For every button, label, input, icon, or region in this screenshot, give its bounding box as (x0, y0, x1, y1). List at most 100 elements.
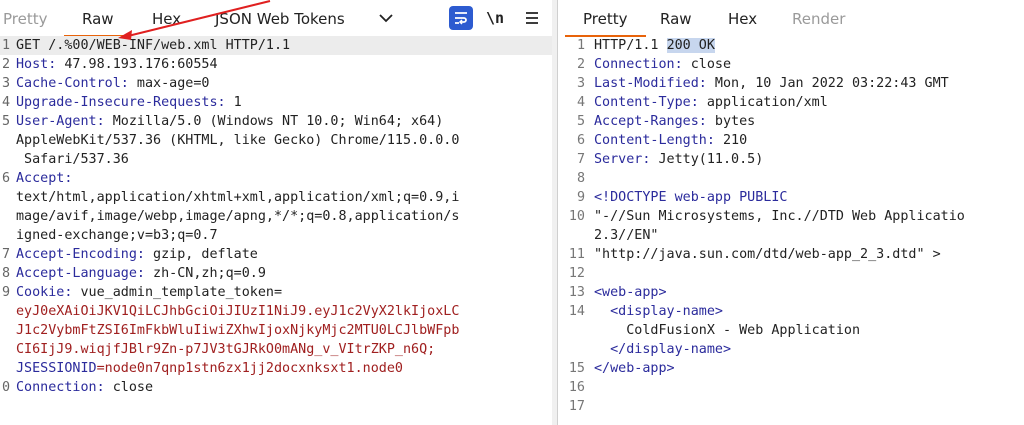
line-text: Cache-Control: max-age=0 (16, 74, 210, 93)
line-text: Cookie: vue_admin_template_token= (16, 283, 282, 302)
newline-toggle-button[interactable]: \n (483, 6, 507, 30)
response-line: 12 (558, 264, 1024, 283)
header-value: 1 (225, 95, 242, 110)
line-text: mage/avif,image/webp,image/apng,*/*;q=0.… (16, 207, 459, 226)
response-line: 14 <display-name> (558, 302, 1024, 321)
line-number: 13 (568, 285, 585, 300)
line-text: Last-Modified: Mon, 10 Jan 2022 03:22:43… (594, 74, 949, 93)
request-line: J1c2VybmFtZSI6ImFkbWluIiwiZXhwIjoxNjkyMj… (0, 321, 552, 340)
header-value: application/xml (698, 95, 828, 110)
response-line: 16 (558, 378, 1024, 397)
response-line: 4 Content-Type: application/xml (558, 93, 1024, 112)
response-line: 9 <!DOCTYPE web-app PUBLIC (558, 188, 1024, 207)
line-number: 7 (1, 247, 10, 262)
wrap-lines-icon[interactable] (449, 6, 473, 30)
header-name: Accept-Ranges: (594, 114, 707, 129)
request-line: JSESSIONID=node0n7qnp1stn6zx1jj2docxnksx… (0, 359, 552, 378)
request-line: 6 Accept: (0, 169, 552, 188)
line-text: Host: 47.98.193.176:60554 (16, 55, 218, 74)
request-line: Safari/537.36 (0, 150, 552, 169)
line-text: Accept-Encoding: gzip, deflate (16, 245, 258, 264)
line-text: Upgrade-Insecure-Requests: 1 (16, 93, 242, 112)
tab-pretty[interactable]: Pretty (3, 10, 48, 28)
response-editor[interactable]: 1 HTTP/1.1 200 OK 2 Connection: close 3 Last-… (558, 36, 1024, 425)
line-text: </web-app> (594, 359, 675, 378)
header-name: Content-Type: (594, 95, 699, 110)
line-number: 14 (568, 304, 585, 319)
chevron-down-icon[interactable] (374, 6, 398, 30)
request-line: 0 Connection: close (0, 378, 552, 397)
line-number: 5 (576, 114, 585, 129)
xml-tag: <display-name> (594, 304, 723, 319)
selected-status-text: 200 OK (666, 38, 715, 53)
header-name: Accept-Language: (16, 266, 145, 281)
line-text: text/html,application/xhtml+xml,applicat… (16, 188, 459, 207)
header-value: max-age=0 (128, 76, 210, 91)
header-value: AppleWebKit/537.36 (KHTML, like Gecko) C… (16, 133, 460, 148)
tab-hex[interactable]: Hex (152, 10, 181, 28)
header-name: Accept-Encoding: (16, 247, 145, 262)
line-text: HTTP/1.1 200 OK (594, 36, 715, 55)
response-line: 8 (558, 169, 1024, 188)
tab-json-web-tokens[interactable]: JSON Web Tokens (215, 10, 345, 28)
request-line: CI6IjJ9.wiqjfJBlr9Zn-p7JV3tGJRkO0mANg_v_… (0, 340, 552, 359)
response-line: 15 </web-app> (558, 359, 1024, 378)
line-number: 4 (576, 95, 585, 110)
line-number: 3 (1, 76, 10, 91)
line-number: 4 (1, 95, 10, 110)
header-value: text/html,application/xhtml+xml,applicat… (16, 190, 460, 205)
line-number: 8 (576, 171, 585, 186)
line-number: 3 (576, 76, 585, 91)
header-value: 2.3//EN" (594, 228, 659, 243)
line-text: Accept-Language: zh-CN,zh;q=0.9 (16, 264, 266, 283)
line-number: 16 (568, 380, 585, 395)
line-text: eyJ0eXAiOiJKV1QiLCJhbGciOiJIUzI1NiJ9.eyJ… (16, 302, 459, 321)
request-line: 5 User-Agent: Mozilla/5.0 (Windows NT 10.… (0, 112, 552, 131)
response-line: 13 <web-app> (558, 283, 1024, 302)
xml-tag: </display-name> (594, 342, 732, 357)
header-name: Upgrade-Insecure-Requests: (16, 95, 226, 110)
line-text: GET /.%00/WEB-INF/web.xml HTTP/1.1 (16, 36, 290, 55)
line-number: 5 (1, 114, 10, 129)
tab-raw[interactable]: Raw (64, 10, 131, 37)
header-name: Host: (16, 57, 57, 72)
header-value: "http://java.sun.com/dtd/web-app_2_3.dtd… (594, 247, 925, 262)
tab-raw[interactable]: Raw (660, 10, 692, 28)
response-pane: Pretty Raw Hex Render 1 HTTP/1.1 200 OK 2 C… (557, 0, 1024, 425)
request-editor[interactable]: 1 GET /.%00/WEB-INF/web.xml HTTP/1.1 2 Host… (0, 36, 552, 425)
line-text: "http://java.sun.com/dtd/web-app_2_3.dtd… (594, 245, 941, 264)
header-name: GET /.%00/WEB-INF/web.xml HTTP/1.1 (16, 38, 291, 53)
header-value: J1c2VybmFtZSI6ImFkbWluIiwiZXhwIjoxNjkyMj… (16, 323, 460, 338)
status-line: HTTP/1.1 (594, 38, 667, 53)
header-name: Cache-Control: (16, 76, 129, 91)
header-name: Connection: (16, 380, 105, 395)
line-number: 12 (568, 266, 585, 281)
line-number: 6 (576, 133, 585, 148)
request-line: igned-exchange;v=b3;q=0.7 (0, 226, 552, 245)
line-text: J1c2VybmFtZSI6ImFkbWluIiwiZXhwIjoxNjkyMj… (16, 321, 459, 340)
line-number: 2 (576, 57, 585, 72)
xml-tag: > (924, 247, 941, 262)
line-text: <!DOCTYPE web-app PUBLIC (594, 188, 787, 207)
request-line: 4 Upgrade-Insecure-Requests: 1 (0, 93, 552, 112)
request-line: text/html,application/xhtml+xml,applicat… (0, 188, 552, 207)
line-text: Server: Jetty(11.0.5) (594, 150, 763, 169)
line-text: "-//Sun Microsystems, Inc.//DTD Web Appl… (594, 207, 965, 226)
tab-hex[interactable]: Hex (728, 10, 757, 28)
response-line: ColdFusionX - Web Application (558, 321, 1024, 340)
header-name: Server: (594, 152, 651, 167)
header-name: Content-Length: (594, 133, 715, 148)
hamburger-menu-icon[interactable] (520, 6, 544, 30)
line-number: 15 (568, 361, 585, 376)
line-text: Safari/537.36 (16, 150, 129, 169)
tab-render[interactable]: Render (792, 10, 845, 28)
response-line: 10 "-//Sun Microsystems, Inc.//DTD Web Ap… (558, 207, 1024, 226)
line-text: User-Agent: Mozilla/5.0 (Windows NT 10.0… (16, 112, 443, 131)
request-tabbar: Pretty Raw Hex JSON Web Tokens \n (0, 0, 552, 37)
tab-pretty[interactable]: Pretty (565, 10, 645, 37)
request-line: mage/avif,image/webp,image/apng,*/*;q=0.… (0, 207, 552, 226)
header-value: vue_admin_template_token= (72, 285, 283, 300)
header-value: Jetty(11.0.5) (650, 152, 764, 167)
line-text: igned-exchange;v=b3;q=0.7 (16, 226, 218, 245)
header-value: zh-CN,zh;q=0.9 (145, 266, 266, 281)
